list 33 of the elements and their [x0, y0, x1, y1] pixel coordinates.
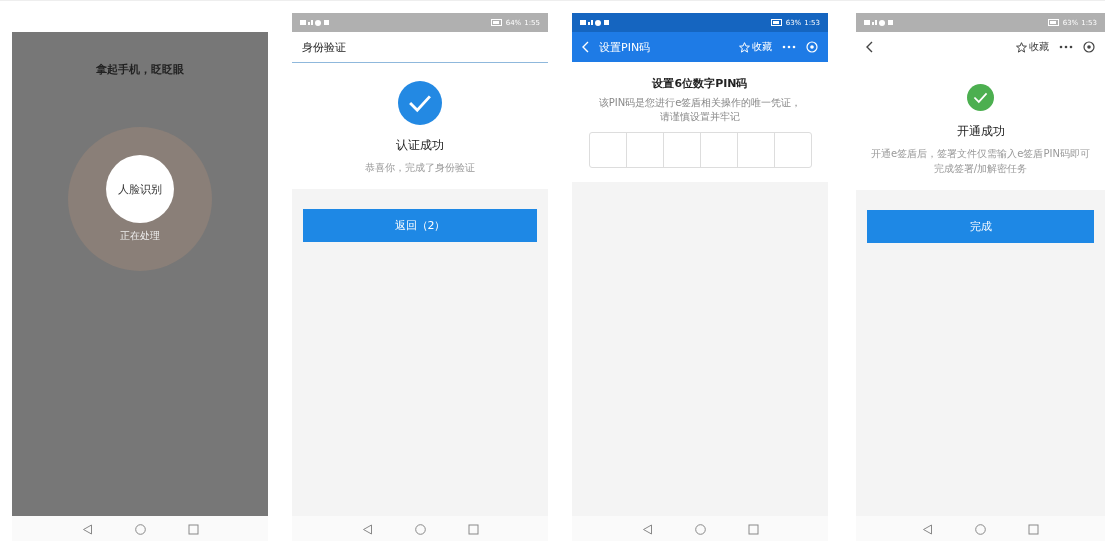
- home-icon[interactable]: [975, 523, 986, 535]
- battery-icon: [770, 19, 783, 26]
- check-circle-icon: [398, 81, 442, 125]
- home-icon[interactable]: [694, 523, 706, 535]
- result-title: 认证成功: [396, 137, 444, 154]
- recents-icon[interactable]: [467, 523, 479, 535]
- battery-icon: [1047, 19, 1060, 26]
- home-icon[interactable]: [134, 523, 146, 535]
- favorite-link[interactable]: 收藏: [752, 40, 772, 54]
- primary-button[interactable]: 完成: [867, 210, 1094, 243]
- home-icon[interactable]: [414, 523, 426, 535]
- recents-icon[interactable]: [1028, 523, 1039, 535]
- more-icon[interactable]: [1059, 45, 1073, 49]
- pin-input[interactable]: [588, 132, 812, 168]
- recents-icon[interactable]: [187, 523, 199, 535]
- pin-message: 该PIN码是您进行e签盾相关操作的唯一凭证，请谨慎设置并牢记: [597, 96, 803, 124]
- star-icon[interactable]: [1016, 41, 1027, 53]
- battery-icon: [490, 19, 503, 26]
- result-message: 恭喜你，完成了身份验证: [365, 161, 475, 175]
- prompt-text: 拿起手机，眨眨眼: [96, 62, 184, 77]
- primary-button[interactable]: 返回（2）: [303, 209, 537, 242]
- more-icon[interactable]: [782, 45, 796, 49]
- recents-icon[interactable]: [747, 523, 759, 535]
- back-icon[interactable]: [866, 41, 873, 53]
- header-title: 设置PIN码: [599, 39, 651, 55]
- header-title: 身份验证: [302, 39, 346, 55]
- pin-title: 设置6位数字PIN码: [652, 76, 748, 91]
- result-title: 开通成功: [956, 123, 1005, 140]
- result-message: 开通e签盾后，签署文件仅需输入e签盾PIN码即可完成签署/加解密任务: [870, 147, 1091, 176]
- check-circle-icon: [967, 84, 994, 111]
- face-recognition-label: 人脸识别: [106, 155, 174, 223]
- progress-text: 正在处理: [120, 229, 160, 243]
- favorite-link[interactable]: 收藏: [1029, 40, 1049, 54]
